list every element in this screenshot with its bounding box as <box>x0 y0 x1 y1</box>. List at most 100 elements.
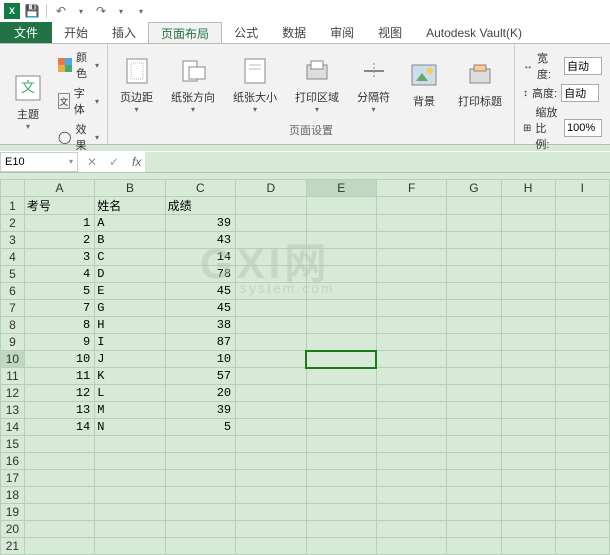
cell[interactable] <box>236 419 306 436</box>
cell[interactable] <box>447 266 501 283</box>
row-header[interactable]: 3 <box>1 232 25 249</box>
cell[interactable] <box>501 419 555 436</box>
formula-bar[interactable] <box>145 152 610 172</box>
cell[interactable] <box>236 385 306 402</box>
row-header[interactable]: 20 <box>1 521 25 538</box>
cell[interactable]: 7 <box>24 300 94 317</box>
cell[interactable] <box>447 453 501 470</box>
cell[interactable]: C <box>95 249 165 266</box>
cell[interactable] <box>236 232 306 249</box>
cell[interactable] <box>165 436 235 453</box>
row-header[interactable]: 6 <box>1 283 25 300</box>
row-header[interactable]: 14 <box>1 419 25 436</box>
cell[interactable] <box>555 436 609 453</box>
cell[interactable]: L <box>95 385 165 402</box>
row-header[interactable]: 15 <box>1 436 25 453</box>
cell[interactable]: 87 <box>165 334 235 351</box>
cell[interactable] <box>236 504 306 521</box>
cell[interactable] <box>236 317 306 334</box>
cell[interactable] <box>501 232 555 249</box>
cell[interactable] <box>555 419 609 436</box>
cell[interactable] <box>555 249 609 266</box>
cell[interactable] <box>555 266 609 283</box>
cell[interactable] <box>376 334 446 351</box>
cell[interactable] <box>236 368 306 385</box>
cell[interactable]: 45 <box>165 283 235 300</box>
cell[interactable]: M <box>95 402 165 419</box>
cell[interactable] <box>165 504 235 521</box>
cell[interactable]: 14 <box>24 419 94 436</box>
cell[interactable] <box>555 215 609 232</box>
cell[interactable] <box>501 402 555 419</box>
cell[interactable]: 12 <box>24 385 94 402</box>
row-header[interactable]: 21 <box>1 538 25 555</box>
cell[interactable] <box>555 232 609 249</box>
print-area-button[interactable]: 打印区域▾ <box>289 48 345 120</box>
cell[interactable]: 20 <box>165 385 235 402</box>
cell[interactable] <box>236 215 306 232</box>
cell[interactable] <box>501 385 555 402</box>
cell[interactable] <box>555 197 609 215</box>
cell[interactable]: 8 <box>24 317 94 334</box>
cell[interactable]: 13 <box>24 402 94 419</box>
cell[interactable]: E <box>95 283 165 300</box>
row-header[interactable]: 8 <box>1 317 25 334</box>
undo-icon[interactable]: ↶ <box>53 3 69 19</box>
row-header[interactable]: 9 <box>1 334 25 351</box>
cell[interactable]: 4 <box>24 266 94 283</box>
col-header-e[interactable]: E <box>306 180 376 197</box>
cell[interactable]: 14 <box>165 249 235 266</box>
cell[interactable] <box>236 266 306 283</box>
cell[interactable] <box>501 351 555 368</box>
cell[interactable]: H <box>95 317 165 334</box>
cell[interactable] <box>555 368 609 385</box>
cell[interactable] <box>236 197 306 215</box>
breaks-button[interactable]: 分隔符▾ <box>351 48 396 120</box>
size-button[interactable]: 纸张大小▾ <box>227 48 283 120</box>
cell[interactable]: K <box>95 368 165 385</box>
cell[interactable] <box>95 487 165 504</box>
cell[interactable] <box>447 504 501 521</box>
cell[interactable]: 姓名 <box>95 197 165 215</box>
cell[interactable] <box>165 538 235 555</box>
cell[interactable]: 9 <box>24 334 94 351</box>
row-header[interactable]: 13 <box>1 402 25 419</box>
customize-qat-icon[interactable]: ▾ <box>133 3 149 19</box>
row-header[interactable]: 4 <box>1 249 25 266</box>
cell[interactable] <box>376 300 446 317</box>
cell[interactable] <box>306 453 376 470</box>
cell[interactable] <box>236 538 306 555</box>
orientation-button[interactable]: 纸张方向▾ <box>165 48 221 120</box>
cell[interactable] <box>306 402 376 419</box>
cell[interactable] <box>376 317 446 334</box>
undo-dropdown-icon[interactable]: ▾ <box>73 3 89 19</box>
col-header-a[interactable]: A <box>24 180 94 197</box>
cell[interactable] <box>555 334 609 351</box>
cell[interactable] <box>501 521 555 538</box>
cell[interactable] <box>376 419 446 436</box>
cell[interactable] <box>306 283 376 300</box>
cell[interactable]: 5 <box>165 419 235 436</box>
cell[interactable] <box>306 232 376 249</box>
cell[interactable] <box>447 385 501 402</box>
cell[interactable] <box>306 266 376 283</box>
cell[interactable] <box>236 334 306 351</box>
cell[interactable] <box>306 215 376 232</box>
col-header-g[interactable]: G <box>447 180 501 197</box>
cell[interactable]: 43 <box>165 232 235 249</box>
cell[interactable] <box>447 402 501 419</box>
row-header[interactable]: 16 <box>1 453 25 470</box>
cell[interactable] <box>306 368 376 385</box>
cell[interactable] <box>555 504 609 521</box>
cell[interactable] <box>376 521 446 538</box>
cell[interactable] <box>376 232 446 249</box>
cell[interactable] <box>501 300 555 317</box>
cell[interactable] <box>24 538 94 555</box>
cell[interactable] <box>376 538 446 555</box>
cell[interactable] <box>24 521 94 538</box>
tab-view[interactable]: 视图 <box>366 22 414 43</box>
colors-button[interactable]: 颜色▾ <box>56 48 101 82</box>
cell[interactable] <box>306 538 376 555</box>
themes-button[interactable]: 文 主题 ▾ <box>6 48 50 154</box>
accept-formula-icon[interactable]: ✓ <box>104 152 124 172</box>
